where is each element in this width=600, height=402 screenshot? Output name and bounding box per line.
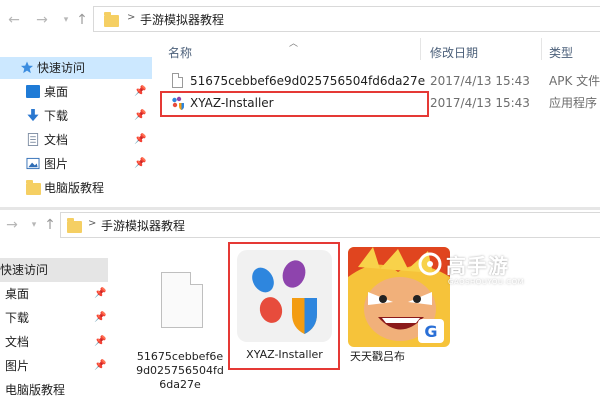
breadcrumb-separator: > [127, 12, 136, 23]
sidebar-item-downloads[interactable]: 下载 📌 [0, 306, 108, 330]
sidebar-item-label: 图片 [5, 359, 30, 373]
up-arrow-icon[interactable]: ↑ [74, 12, 90, 28]
sidebar-item-quick-access[interactable]: 快速访问 [0, 57, 152, 79]
file-icon [161, 272, 203, 328]
up-arrow-icon[interactable]: ↑ [42, 217, 58, 233]
sidebar-item-desktop[interactable]: 桌面 📌 [0, 81, 152, 103]
pin-icon[interactable]: 📌 [134, 105, 146, 127]
pin-icon[interactable]: 📌 [134, 129, 146, 151]
back-button[interactable]: ← [6, 12, 22, 28]
column-divider[interactable] [420, 38, 421, 60]
sidebar-item-label: 电脑版教程 [5, 383, 66, 397]
tile-name-line: 51675cebbef6e [136, 350, 224, 363]
picture-icon [26, 157, 40, 170]
sidebar-item-pc-tutorial[interactable]: 电脑版教程 [0, 378, 108, 402]
pin-icon[interactable]: 📌 [94, 282, 106, 306]
file-modified: 2017/4/13 15:43 [430, 74, 530, 88]
file-row[interactable]: 51675cebbef6e9d025756504fd6da27e 2017/4/… [160, 70, 600, 92]
sidebar-item-label: 下载 [44, 109, 69, 123]
sidebar-item-documents[interactable]: 文档 📌 [0, 330, 108, 354]
file-modified: 2017/4/13 15:43 [430, 96, 530, 110]
forward-button[interactable]: → [34, 12, 50, 28]
sidebar-item-documents[interactable]: 文档 📌 [0, 129, 152, 151]
sidebar-item-label: 文档 [44, 133, 69, 147]
breadcrumb-folder[interactable]: 手游模拟器教程 [140, 11, 224, 28]
sidebar-item-pc-tutorial[interactable]: 电脑版教程 [0, 177, 152, 199]
top-explorer-window: ← → ▾ ↑ > 手游模拟器教程 快速访问 桌面 📌 下载 📌 文档 📌 图片… [0, 0, 600, 207]
document-icon [27, 133, 39, 146]
column-header-modified[interactable]: 修改日期 [430, 44, 478, 61]
column-divider[interactable] [541, 38, 542, 60]
sidebar-item-pictures[interactable]: 图片 📌 [0, 153, 152, 175]
address-bar[interactable]: > 手游模拟器教程 [93, 6, 600, 32]
pin-icon[interactable]: 📌 [94, 306, 106, 330]
sort-ascending-icon: ︿ [289, 39, 299, 49]
file-type: APK 文件 [549, 74, 600, 88]
watermark-logo: 高手游 GAOSHOUYOU.COM [418, 248, 538, 294]
file-icon [172, 73, 183, 88]
sidebar-item-desktop[interactable]: 桌面 📌 [0, 282, 108, 306]
tile-name: 天天戳吕布 [350, 350, 405, 363]
forward-button[interactable]: → [4, 217, 20, 233]
breadcrumb-folder[interactable]: 手游模拟器教程 [101, 217, 185, 234]
file-type: 应用程序 [549, 96, 598, 110]
brand-logo-icon [418, 252, 442, 276]
pin-icon[interactable]: 📌 [134, 153, 146, 175]
star-icon [20, 61, 34, 74]
sidebar-item-label: 文档 [5, 335, 30, 349]
folder-icon [26, 180, 41, 195]
pin-icon[interactable]: 📌 [134, 81, 146, 103]
folder-icon [67, 218, 82, 233]
address-bar[interactable]: > 手游模拟器教程 [60, 212, 600, 238]
pin-icon[interactable]: 📌 [94, 354, 106, 378]
sidebar-item-label: 快速访问 [37, 61, 86, 75]
watermark-domain: GAOSHOUYOU.COM [448, 278, 525, 286]
tile-name-line: 6da27e [159, 378, 201, 391]
tile-name-line: 9d025756504fd [136, 364, 224, 377]
file-name: 51675cebbef6e9d025756504fd6da27e [190, 74, 426, 88]
sidebar-item-quick-access[interactable]: 快速访问 [0, 258, 108, 282]
breadcrumb-separator: > [88, 218, 97, 229]
sidebar-item-label: 图片 [44, 157, 69, 171]
svg-text:G: G [424, 322, 437, 341]
pin-icon[interactable]: 📌 [94, 330, 106, 354]
sidebar-item-label: 电脑版教程 [44, 181, 105, 195]
sidebar-item-label: 快速访问 [0, 263, 49, 277]
folder-icon [104, 12, 119, 27]
watermark-brand: 高手游 [446, 254, 509, 278]
sidebar-item-pictures[interactable]: 图片 📌 [0, 354, 108, 378]
highlight-box [228, 242, 340, 370]
desktop-icon [26, 85, 40, 98]
sidebar-item-downloads[interactable]: 下载 📌 [0, 105, 152, 127]
download-icon [27, 109, 39, 122]
sidebar-item-label: 桌面 [5, 287, 30, 301]
recent-locations-chevron-icon[interactable]: ▾ [26, 217, 42, 233]
column-header-type[interactable]: 类型 [549, 44, 573, 61]
sidebar-item-label: 桌面 [44, 85, 69, 99]
column-header-name[interactable]: 名称 [168, 44, 192, 61]
recent-locations-chevron-icon[interactable]: ▾ [58, 12, 74, 28]
sidebar-item-label: 下载 [5, 311, 30, 325]
highlight-box [160, 91, 429, 117]
